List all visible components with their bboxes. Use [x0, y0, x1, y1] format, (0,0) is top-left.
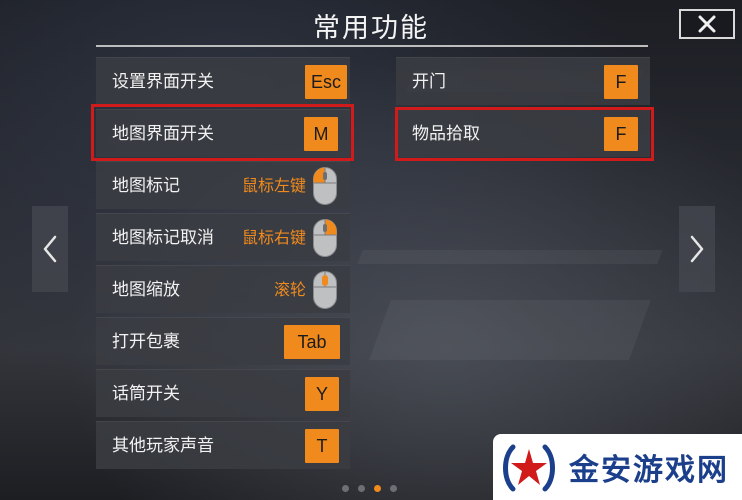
keybind-row-settings[interactable]: 设置界面开关 Esc [96, 57, 350, 105]
keybind-label: 话筒开关 [112, 384, 180, 404]
page-indicator [342, 485, 397, 492]
keybind-row-map-unmark[interactable]: 地图标记取消 鼠标右键 [96, 213, 350, 261]
keybind-label: 地图缩放 [112, 280, 180, 300]
keybind-row-mic[interactable]: 话筒开关 Y [96, 369, 350, 417]
keybind-label: 其他玩家声音 [112, 436, 214, 456]
watermark: 金安游戏网 [493, 434, 742, 500]
mouse-binding-text: 鼠标右键 [241, 228, 306, 247]
chevron-right-icon [690, 235, 704, 263]
next-page-button[interactable] [679, 206, 715, 292]
key-badge[interactable]: Y [305, 377, 339, 411]
key-badge[interactable]: Tab [284, 325, 340, 359]
chevron-left-icon [43, 235, 57, 263]
prev-page-button[interactable] [32, 206, 68, 292]
page-dot[interactable] [390, 485, 397, 492]
page-dot[interactable] [358, 485, 365, 492]
key-badge[interactable]: T [305, 429, 339, 463]
page-dot-active[interactable] [374, 485, 381, 492]
watermark-text: 金安游戏网 [569, 453, 729, 488]
keybind-row-open-door[interactable]: 开门 F [396, 57, 650, 105]
mouse-left-icon [313, 167, 337, 205]
keybind-label: 地图标记 [112, 176, 180, 196]
mouse-wheel-icon [313, 271, 337, 309]
mouse-binding-text: 鼠标左键 [241, 176, 306, 195]
mouse-binding-text: 滚轮 [273, 280, 306, 299]
keybind-label: 开门 [412, 72, 446, 92]
key-badge[interactable]: F [604, 65, 638, 99]
page-dot[interactable] [342, 485, 349, 492]
keybind-label: 地图标记取消 [112, 228, 214, 248]
highlight-box-map [91, 104, 354, 161]
background-streak [369, 300, 651, 360]
mouse-right-icon [313, 219, 337, 257]
close-button[interactable] [679, 9, 735, 39]
page-title: 常用功能 [313, 13, 429, 44]
watermark-logo-icon [503, 444, 555, 492]
keybind-label: 打开包裹 [112, 332, 180, 352]
key-badge[interactable]: Esc [305, 65, 348, 99]
highlight-box-pickup [395, 107, 654, 161]
keybind-row-inventory[interactable]: 打开包裹 Tab [96, 317, 350, 365]
title-divider [96, 45, 648, 47]
background-streak [357, 250, 663, 264]
close-icon [698, 15, 716, 33]
keybind-row-voice[interactable]: 其他玩家声音 T [96, 421, 350, 469]
keybind-label: 设置界面开关 [112, 72, 214, 92]
keybind-row-map-mark[interactable]: 地图标记 鼠标左键 [96, 161, 350, 209]
keybind-row-map-zoom[interactable]: 地图缩放 滚轮 [96, 265, 350, 313]
